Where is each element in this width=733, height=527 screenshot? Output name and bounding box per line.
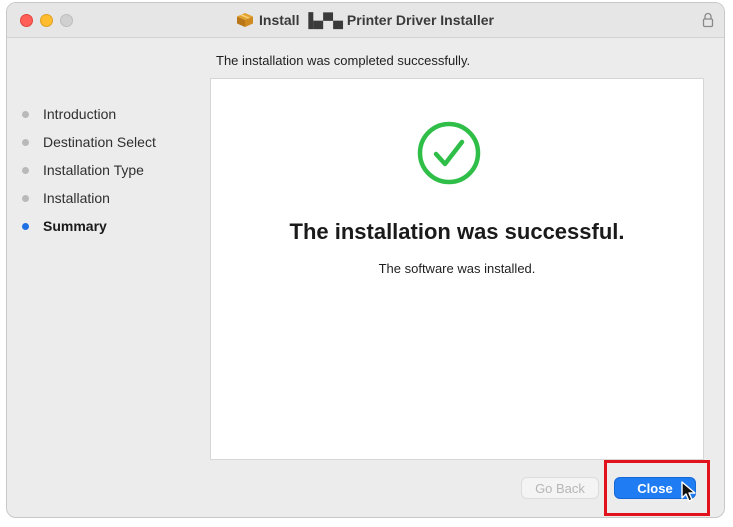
window-title-area: Install ▐▄▀▄ Printer Driver Installer: [7, 3, 724, 37]
pointer-cursor-icon: [681, 481, 696, 502]
installer-steps-sidebar: Introduction Destination Select Installa…: [20, 100, 210, 240]
title-bar: Install ▐▄▀▄ Printer Driver Installer: [7, 3, 724, 38]
lock-icon: [702, 12, 714, 28]
sidebar-step-introduction: Introduction: [20, 100, 210, 128]
window-title: Install ▐▄▀▄ Printer Driver Installer: [259, 12, 494, 28]
step-label: Introduction: [43, 106, 117, 122]
step-indicator-dot: [22, 138, 29, 146]
step-label: Installation: [43, 190, 110, 206]
sidebar-step-installation-type: Installation Type: [20, 156, 210, 184]
sidebar-step-summary: Summary: [20, 212, 210, 240]
sidebar-step-destination-select: Destination Select: [20, 128, 210, 156]
step-indicator-dot: [22, 166, 29, 174]
step-indicator-dot-active: [22, 222, 29, 230]
step-indicator-dot: [22, 194, 29, 202]
step-indicator-dot: [22, 110, 29, 118]
success-heading: The installation was successful.: [289, 219, 625, 244]
checkmark-circle-icon: [417, 121, 481, 185]
success-message: The software was installed.: [378, 261, 536, 276]
summary-content-panel: The installation was successful. The sof…: [210, 78, 704, 460]
step-label: Installation Type: [43, 162, 144, 178]
step-label: Destination Select: [43, 134, 156, 150]
page-subtitle: The installation was completed successfu…: [216, 53, 471, 68]
package-icon: [237, 13, 253, 27]
step-label: Summary: [43, 218, 107, 234]
sidebar-step-installation: Installation: [20, 184, 210, 212]
go-back-button[interactable]: Go Back: [521, 477, 599, 499]
